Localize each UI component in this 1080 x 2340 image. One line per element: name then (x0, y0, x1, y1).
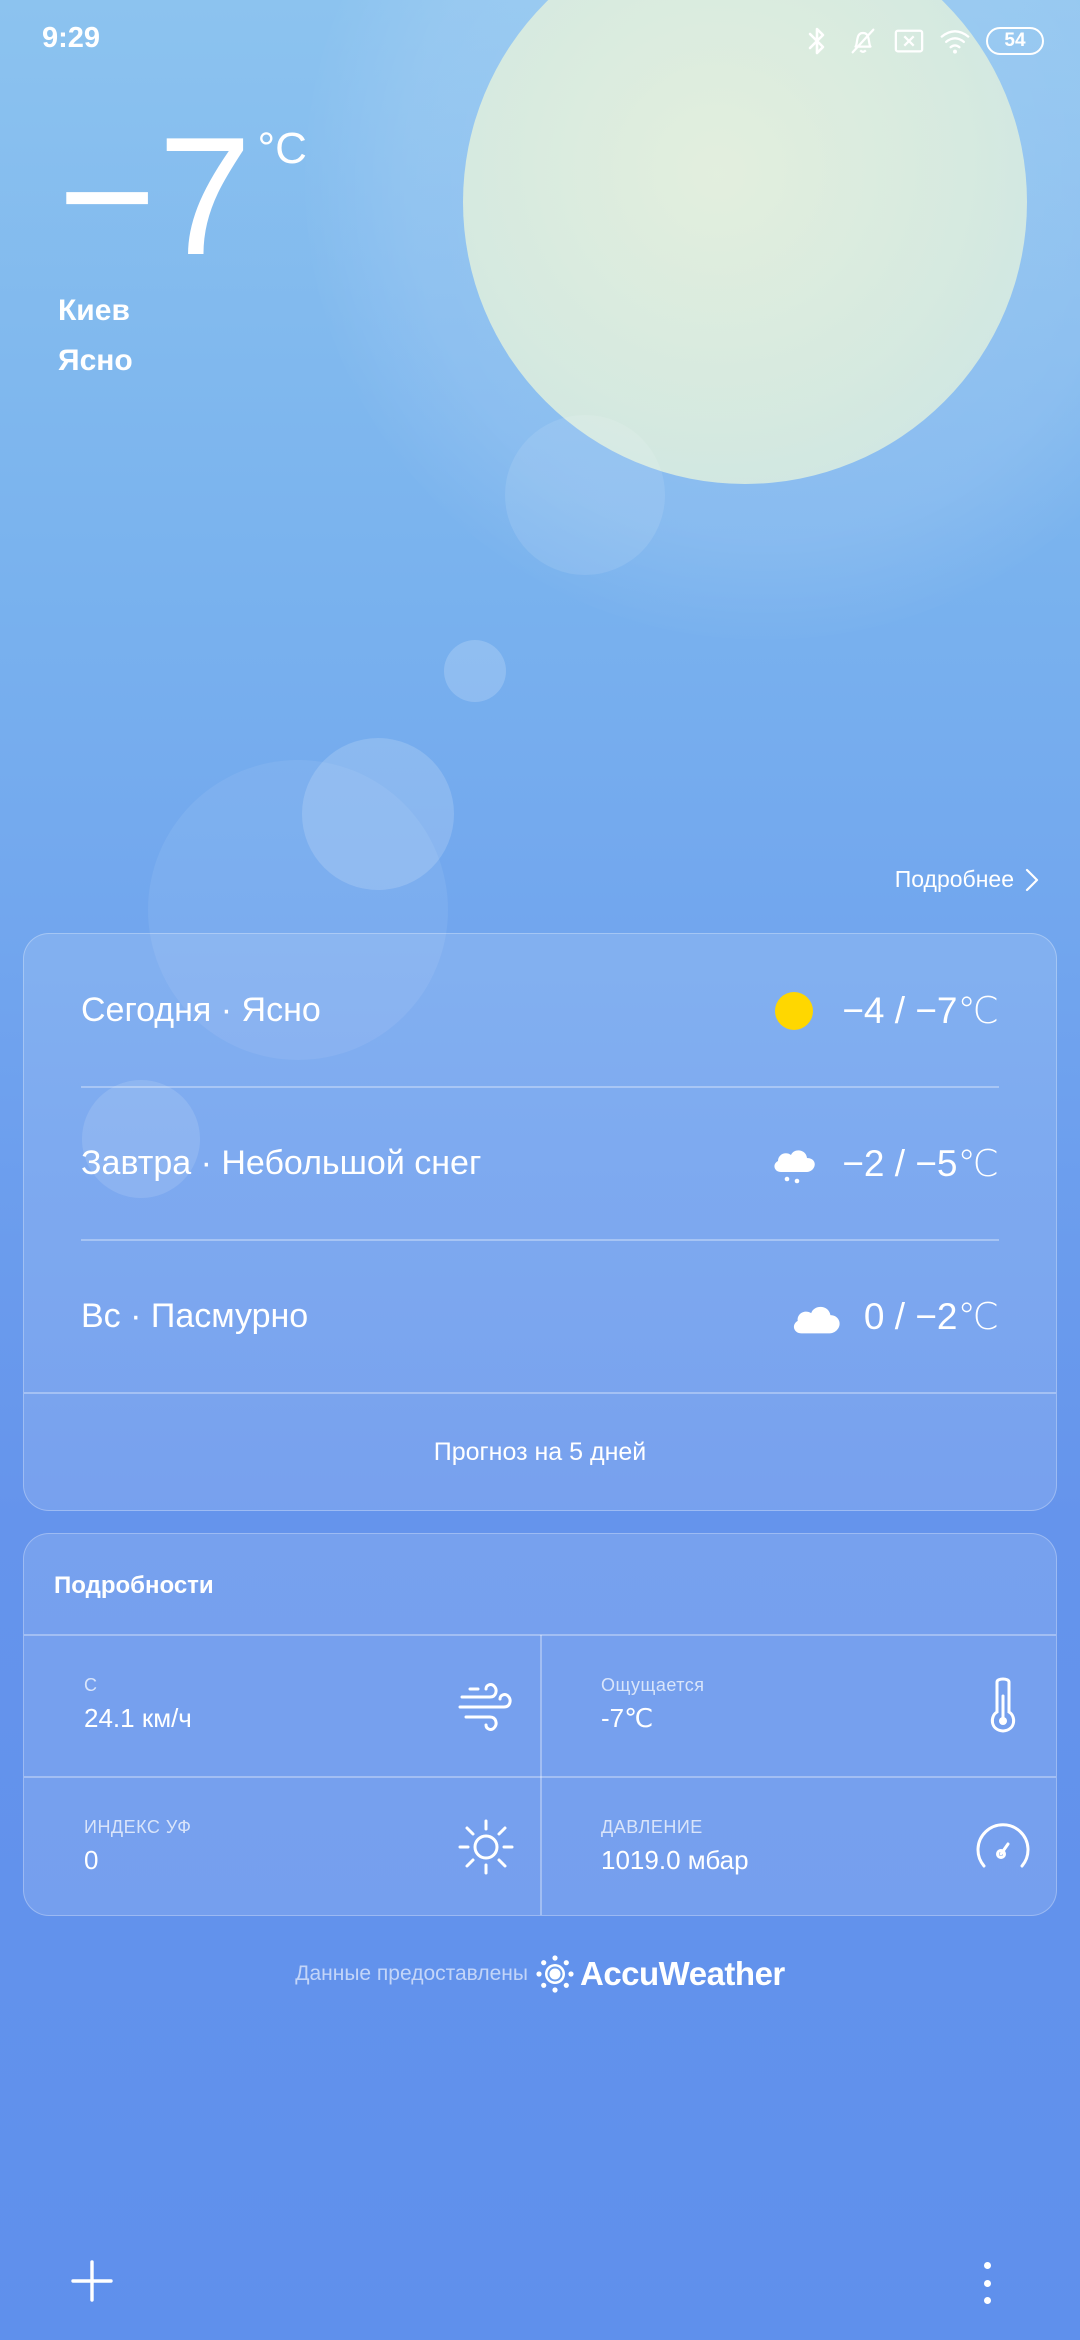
bluetooth-icon (802, 24, 832, 58)
five-day-forecast-button[interactable]: Прогноз на 5 дней (24, 1394, 1056, 1510)
forecast-temps: 0 / −2℃ (863, 1296, 999, 1337)
plus-icon (71, 2260, 113, 2302)
battery-icon: 54 (986, 27, 1044, 55)
detail-value: 1019.0 мбар (601, 1845, 749, 1875)
temperature-unit: °C (257, 124, 307, 173)
forecast-day-label: Сегодня · Ясно (81, 991, 321, 1029)
detail-label: ИНДЕКС УФ (84, 1817, 192, 1837)
bokeh-light (505, 415, 665, 575)
forecast-temps: −2 / −5℃ (842, 1143, 999, 1184)
forecast-row-tomorrow[interactable]: Завтра · Небольшой снег −2 / −5℃ (81, 1087, 999, 1240)
wind-icon (454, 1673, 518, 1737)
detail-pressure: ДАВЛЕНИЕ 1019.0 мбар (541, 1777, 1057, 1918)
sun-glow (305, 0, 1080, 640)
sim-off-icon (894, 24, 924, 58)
menu-dot (983, 2297, 991, 2304)
menu-dot (983, 2262, 991, 2269)
cloud-icon (790, 1295, 842, 1339)
status-time: 9:29 (42, 22, 101, 54)
chevron-right-icon (1025, 868, 1039, 891)
accuweather-logo[interactable]: AccuWeather (536, 1955, 785, 1993)
thermometer-icon (971, 1673, 1035, 1737)
forecast-card: Сегодня · Ясно −4 / −7℃ Завтра · Небольш… (23, 933, 1057, 1511)
detail-value: 0 (84, 1845, 99, 1875)
detail-label: С (84, 1675, 98, 1695)
forecast-row-today[interactable]: Сегодня · Ясно −4 / −7℃ (81, 934, 999, 1087)
detail-wind: С 24.1 км/ч (24, 1635, 540, 1776)
more-details-label: Подробнее (894, 866, 1014, 892)
attribution-text: Данные предоставлены (295, 1962, 528, 1985)
accuweather-sun-icon (536, 1955, 574, 1993)
current-temperature: −7 °C (58, 112, 307, 280)
uv-sun-icon (454, 1815, 518, 1879)
more-details-link[interactable]: Подробнее (895, 866, 1040, 893)
details-card: Подробности С 24.1 км/ч Ощущается -7℃ ИН… (23, 1533, 1057, 1916)
bokeh-light (444, 640, 506, 702)
current-temperature-value: −7 (58, 102, 254, 290)
light-snow-icon (768, 1142, 820, 1186)
city-name: Киев (58, 294, 130, 327)
detail-label: ДАВЛЕНИЕ (601, 1817, 703, 1837)
wifi-icon (940, 24, 970, 58)
sun-icon (768, 989, 820, 1033)
alarm-off-icon (848, 24, 878, 58)
detail-value: 24.1 км/ч (84, 1703, 192, 1733)
detail-value: -7℃ (601, 1703, 654, 1733)
status-bar: 9:29 54 (0, 0, 1080, 82)
menu-dot (983, 2279, 991, 2287)
bokeh-light (302, 738, 454, 890)
more-options-button[interactable] (972, 2258, 1002, 2308)
details-title: Подробности (54, 1572, 214, 1599)
forecast-temps: −4 / −7℃ (842, 990, 999, 1031)
forecast-day-label: Завтра · Небольшой снег (81, 1144, 482, 1182)
detail-uv-index: ИНДЕКС УФ 0 (24, 1777, 540, 1918)
detail-label: Ощущается (601, 1675, 705, 1695)
accuweather-name: AccuWeather (579, 1955, 785, 1992)
current-condition: Ясно (58, 344, 133, 377)
pressure-gauge-icon (971, 1815, 1035, 1879)
forecast-row-sunday[interactable]: Вс · Пасмурно 0 / −2℃ (81, 1240, 999, 1393)
status-icons: 54 (802, 22, 1044, 60)
data-attribution: Данные предоставлены AccuWeather (0, 1955, 1080, 1993)
current-weather: −7 °C Киев Ясно (58, 112, 307, 378)
forecast-day-label: Вс · Пасмурно (81, 1297, 309, 1335)
add-city-button[interactable] (68, 2257, 116, 2305)
detail-feels-like: Ощущается -7℃ (541, 1635, 1057, 1776)
